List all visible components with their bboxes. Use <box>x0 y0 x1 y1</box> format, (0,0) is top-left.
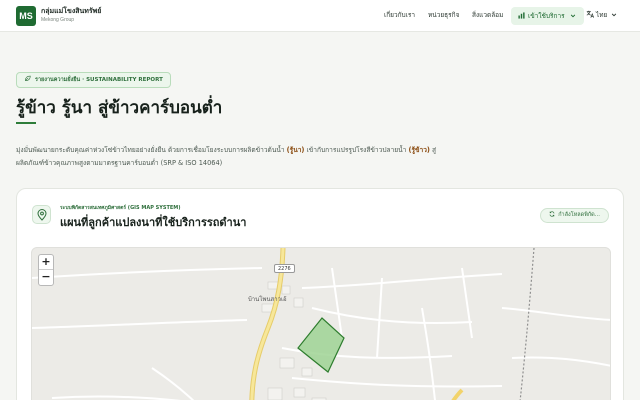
loading-coordinates-button[interactable]: กำลังโหลดพิกัด... <box>540 208 609 223</box>
brand-logo[interactable]: MS <box>16 6 36 26</box>
services-dropdown-button[interactable]: เข้าใช้บริการ <box>511 7 584 25</box>
desc-part-2: เข้ากับการแปรรูปโรงสีข้าวปลายน้ำ <box>304 146 409 154</box>
sustainability-badge: รายงานความยั่งยืน · SUSTAINABILITY REPOR… <box>16 72 171 88</box>
title-underline <box>16 122 36 124</box>
language-switcher[interactable]: ไทย <box>586 10 617 20</box>
desc-part-1: มุ่งมั่นพัฒนายกระดับคุณค่าห่วงโซ่ข้าวไทย… <box>16 146 287 154</box>
chevron-down-icon <box>612 13 617 17</box>
language-label: ไทย <box>596 11 608 19</box>
village-label: บ้านโพนสาวเอ้ <box>248 296 287 303</box>
card-title: แผนที่ลูกค้าแปลงนาที่ใช้บริการรถดำนา <box>60 216 247 229</box>
nav-about[interactable]: เกี่ยวกับเรา <box>384 10 415 20</box>
zoom-in-button[interactable]: + <box>39 255 53 270</box>
loading-label: กำลังโหลดพิกัด... <box>558 212 600 218</box>
page-title: รู้ข้าว รู้นา สู่ข้าวคาร์บอนต่ำ <box>16 98 223 118</box>
map-pin-icon <box>37 209 47 221</box>
top-navigation-bar: MS กลุ่มแม่โขงสินทรัพย์ Mekong Group เกี… <box>0 0 640 32</box>
map-pin-icon-box <box>32 205 51 224</box>
translate-icon <box>586 10 595 18</box>
refresh-icon <box>549 211 555 217</box>
leaf-icon <box>25 75 31 81</box>
brand-subname: Mekong Group <box>41 17 75 23</box>
bar-chart-icon <box>518 12 525 19</box>
chevron-down-icon <box>570 14 575 18</box>
road-number-label: 2276 <box>274 264 295 273</box>
map-tiles <box>32 248 610 400</box>
hero-description: มุ่งมั่นพัฒนายกระดับคุณค่าห่วงโซ่ข้าวไทย… <box>16 144 446 169</box>
nav-business-units[interactable]: หน่วยธุรกิจ <box>428 10 459 20</box>
services-label: เข้าใช้บริการ <box>528 12 565 20</box>
nav-environment[interactable]: สิ่งแวดล้อม <box>472 10 503 20</box>
gis-map[interactable]: + − 2276 บ้านโพนสาวเอ้ <box>31 247 611 400</box>
brand-name[interactable]: กลุ่มแม่โขงสินทรัพย์ <box>41 6 101 17</box>
gis-map-card: ระบบพิกัดสารสนเทศภูมิศาสตร์ (GIS MAP SYS… <box>16 188 624 400</box>
zoom-control: + − <box>38 254 54 286</box>
farm-plot-polygon <box>297 317 345 373</box>
badge-label: รายงานความยั่งยืน · SUSTAINABILITY REPOR… <box>35 77 163 83</box>
card-kicker: ระบบพิกัดสารสนเทศภูมิศาสตร์ (GIS MAP SYS… <box>60 205 181 211</box>
desc-highlight-rukhao: (รู้ข้าว) <box>408 146 430 154</box>
zoom-out-button[interactable]: − <box>39 270 53 285</box>
desc-highlight-runa: (รู้นา) <box>286 146 305 154</box>
